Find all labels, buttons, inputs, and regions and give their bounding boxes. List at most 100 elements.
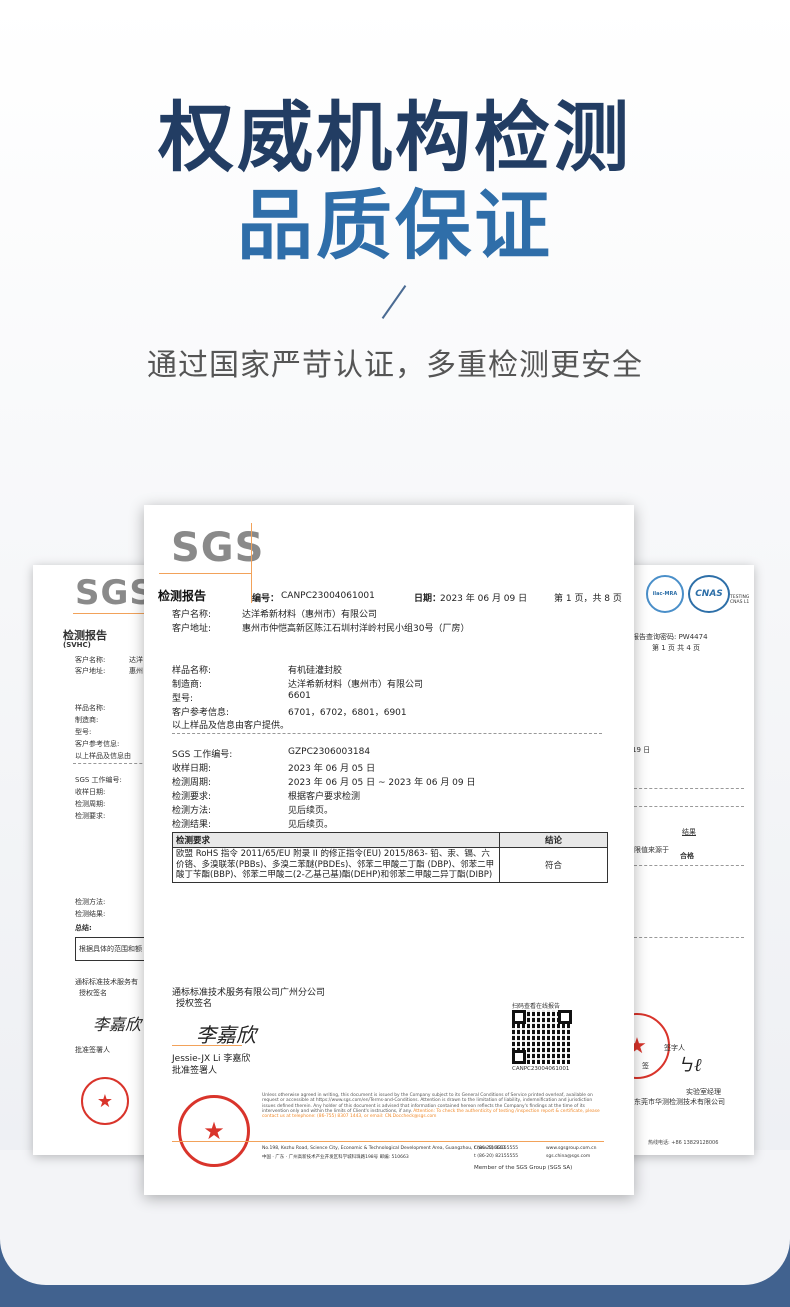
page-title-line2: 品质保证 [237,181,553,270]
web-1: www.sgsgroup.com.cn [546,1146,597,1151]
divider-slash [381,285,407,319]
cnas-caption: TESTING CNAS L1 [730,595,750,605]
ilac-mra-badge: ilac-MRA [646,575,684,613]
right-page-info: 第 1 页 共 4 页 [652,644,701,652]
dashed-separator [634,937,744,938]
cnas-badge: CNAS [688,575,730,613]
provided-note: 以上样品及信息由客户提供。 [172,721,290,731]
client-address-label: 客户地址: [172,624,212,634]
left-official-stamp: ★ [81,1077,129,1125]
phone-1: t (86-20) 82155555 [474,1146,519,1151]
phone-2: t (86-20) 82155555 [474,1154,519,1159]
sgs-job: GZPC2306003184 [288,747,371,757]
page-title-line1: 权威机构检测 [158,93,632,182]
result-label: 检测结果: [172,820,212,830]
right-limit-text: 限值来源于 [634,846,669,854]
left-authorized: 授权签名 [79,989,107,997]
dashed-separator [634,806,744,807]
left-doc-subtitle: (SVHC) [63,641,91,649]
sgs-job-label: SGS 工作编号: [172,750,233,760]
right-date-fragment: 19 日 [632,746,651,754]
left-label: SGS 工作编号: [75,776,122,784]
method-value: 见后续页。 [288,806,334,816]
right-pass: 合格 [680,852,694,860]
right-company: 东莞市华测检测技术有限公司 [634,1098,725,1106]
model: 6601 [288,691,311,701]
qr-caption: 扫码查看在线报告 [512,1003,561,1010]
signature-rule [172,1045,242,1046]
left-label: 检测要求: [75,812,106,820]
right-phone: 热线电话: +86 13829128006 [648,1140,719,1146]
left-label: 制造商: [75,716,99,724]
report-title: 检测报告 [158,589,207,603]
address-en: No.198, Kezhu Road, Science City, Econom… [262,1146,506,1151]
sample-name-label: 样品名称: [172,666,212,676]
left-value: 达洋 [129,656,143,664]
left-label: 检测结果: [75,910,106,918]
dashed-separator [634,788,744,789]
legal-fineprint: Unless otherwise agreed in writing, this… [262,1093,600,1120]
left-label: 客户地址: [75,667,106,675]
qr-code[interactable] [512,1010,572,1064]
date-label: 日期： [414,594,442,604]
table-conclusion-cell: 符合 [499,847,608,883]
received-date: 2023 年 06 月 05 日 [288,764,376,774]
left-company: 通标标准技术服务有 [75,978,138,986]
left-label: 总结: [75,924,92,932]
right-role: 实验室经理 [686,1088,721,1096]
test-period: 2023 年 06 月 05 日 ~ 2023 年 06 月 09 日 [288,778,476,788]
left-label: 检测方法: [75,898,106,906]
results-table: 检测要求 结论 欧盟 RoHS 指令 2011/65/EU 附录 II 的修正指… [172,832,608,883]
table-row: 欧盟 RoHS 指令 2011/65/EU 附录 II 的修正指令(EU) 20… [172,847,608,883]
page-info: 第 1 页，共 8 页 [554,594,622,604]
client-address: 惠州市仲恺高新区陈江石圳村洋岭村民小组30号（厂房） [242,624,470,634]
left-signature: 李嘉欣 [93,1015,142,1034]
left-label: 客户名称: [75,656,106,664]
model-label: 型号: [172,694,194,704]
footer-rule [172,1141,604,1142]
period-label: 检测周期: [172,778,212,788]
method-label: 检测方法: [172,806,212,816]
ref-label: 客户参考信息: [172,708,230,718]
table-header-conclusion: 结论 [499,832,608,848]
authorized-label: 授权签名 [176,999,213,1009]
address-cn: 中国 · 广东 · 广州高新技术产业开发区科学城科珠路198号 邮编: 5106… [262,1155,409,1160]
signature: 李嘉欣 [196,1023,256,1047]
right-sign-label: 签 [642,1062,649,1070]
dashed-separator [634,865,744,866]
client-name-label: 客户名称: [172,610,212,620]
right-signature: ㇉ℓ [676,1055,702,1076]
report-date: 2023 年 06 月 09 日 [440,594,528,604]
left-signer-role: 批准签署人 [75,1046,110,1054]
table-requirement-cell: 欧盟 RoHS 指令 2011/65/EU 附录 II 的修正指令(EU) 20… [172,847,500,883]
manufacturer-label: 制造商: [172,680,203,690]
left-label: 收样日期: [75,788,106,796]
table-header-requirement: 检测要求 [172,832,500,848]
left-value: 惠州 [129,667,143,675]
request-label: 检测要求: [172,792,212,802]
ref-value: 6701，6702，6801，6901 [288,708,407,718]
left-label: 型号: [75,728,92,736]
qr-number: CANPC23004061001 [512,1066,570,1072]
client-name: 达洋希新材料（惠州市）有限公司 [242,610,378,620]
sample-name: 有机硅灌封胶 [288,666,343,676]
received-label: 收样日期: [172,764,212,774]
request-value: 根据客户要求检测 [288,792,361,802]
official-stamp: ★ [178,1095,250,1167]
signer-role: 批准签署人 [172,1066,218,1076]
orange-rule [159,573,251,574]
left-label: 客户参考信息: [75,740,120,748]
page-subtitle: 通过国家严苛认证，多重检测更安全 [147,348,643,383]
right-query-code: 报告查询密码: PW4474 [632,633,708,641]
right-result-header: 结果 [682,828,696,836]
dashed-separator [172,733,602,734]
manufacturer: 达洋希新材料（惠州市）有限公司 [288,680,424,690]
left-label: 样品名称: [75,704,106,712]
report-number: CANPC23004061001 [281,591,375,601]
web-2: sgs.china@sgs.com [546,1154,591,1159]
sgs-logo: SGS [75,573,155,613]
main-report-document: SGS 检测报告 编号： CANPC23004061001 日期： 2023 年… [144,505,634,1195]
result-value: 见后续页。 [288,820,334,830]
table-header-row: 检测要求 结论 [172,832,608,848]
left-label: 以上样品及信息由 [75,752,131,760]
